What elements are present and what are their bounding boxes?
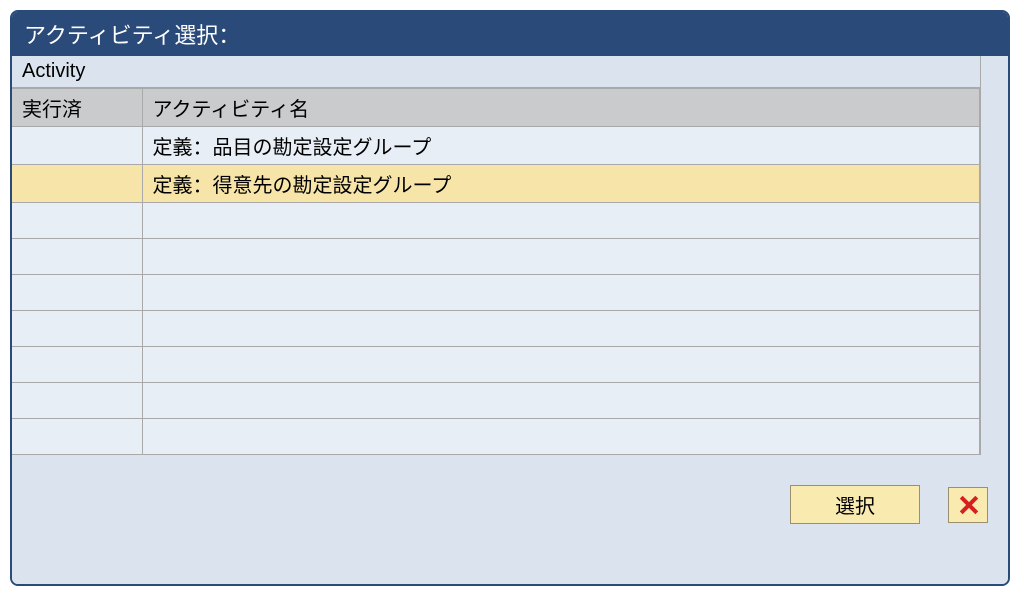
cell-activity-name: 定義：得意先の勘定設定グループ [142,165,980,203]
cell-executed [12,127,142,165]
cell-activity-name: 定義：品目の勘定設定グループ [142,127,980,165]
col-header-executed: 実行済 [12,89,142,127]
scrollbar-gutter[interactable] [980,56,1008,455]
cell-executed [12,311,142,347]
cell-activity-name [142,383,980,419]
close-icon [959,496,977,514]
cell-activity-name [142,347,980,383]
table-row[interactable] [12,311,980,347]
cell-executed [12,203,142,239]
cell-activity-name [142,275,980,311]
table-row[interactable] [12,275,980,311]
col-header-activity-name: アクティビティ名 [142,89,980,127]
cell-activity-name [142,419,980,455]
select-button[interactable]: 選択 [790,485,920,524]
table-row[interactable] [12,419,980,455]
table-caption: Activity [12,56,980,88]
cell-executed [12,347,142,383]
cell-activity-name [142,203,980,239]
activity-select-dialog: アクティビティ選択： Activity 実行済 アクティビティ名 定義：品目の勘… [10,10,1010,586]
cell-activity-name [142,311,980,347]
cell-executed [12,239,142,275]
table-row[interactable]: 定義：得意先の勘定設定グループ [12,165,980,203]
table-row[interactable] [12,383,980,419]
cell-executed [12,419,142,455]
close-button[interactable] [948,487,988,523]
cell-activity-name [142,239,980,275]
dialog-footer: 選択 [12,455,1008,584]
table-row[interactable] [12,347,980,383]
table-row[interactable] [12,203,980,239]
cell-executed [12,383,142,419]
table-wrap: Activity 実行済 アクティビティ名 定義：品目の勘定設定グループ定義：得… [12,56,980,455]
table-row[interactable]: 定義：品目の勘定設定グループ [12,127,980,165]
content-area: Activity 実行済 アクティビティ名 定義：品目の勘定設定グループ定義：得… [12,56,1008,455]
activity-table: 実行済 アクティビティ名 定義：品目の勘定設定グループ定義：得意先の勘定設定グル… [12,88,980,455]
cell-executed [12,165,142,203]
dialog-title: アクティビティ選択： [12,12,1008,56]
cell-executed [12,275,142,311]
table-row[interactable] [12,239,980,275]
